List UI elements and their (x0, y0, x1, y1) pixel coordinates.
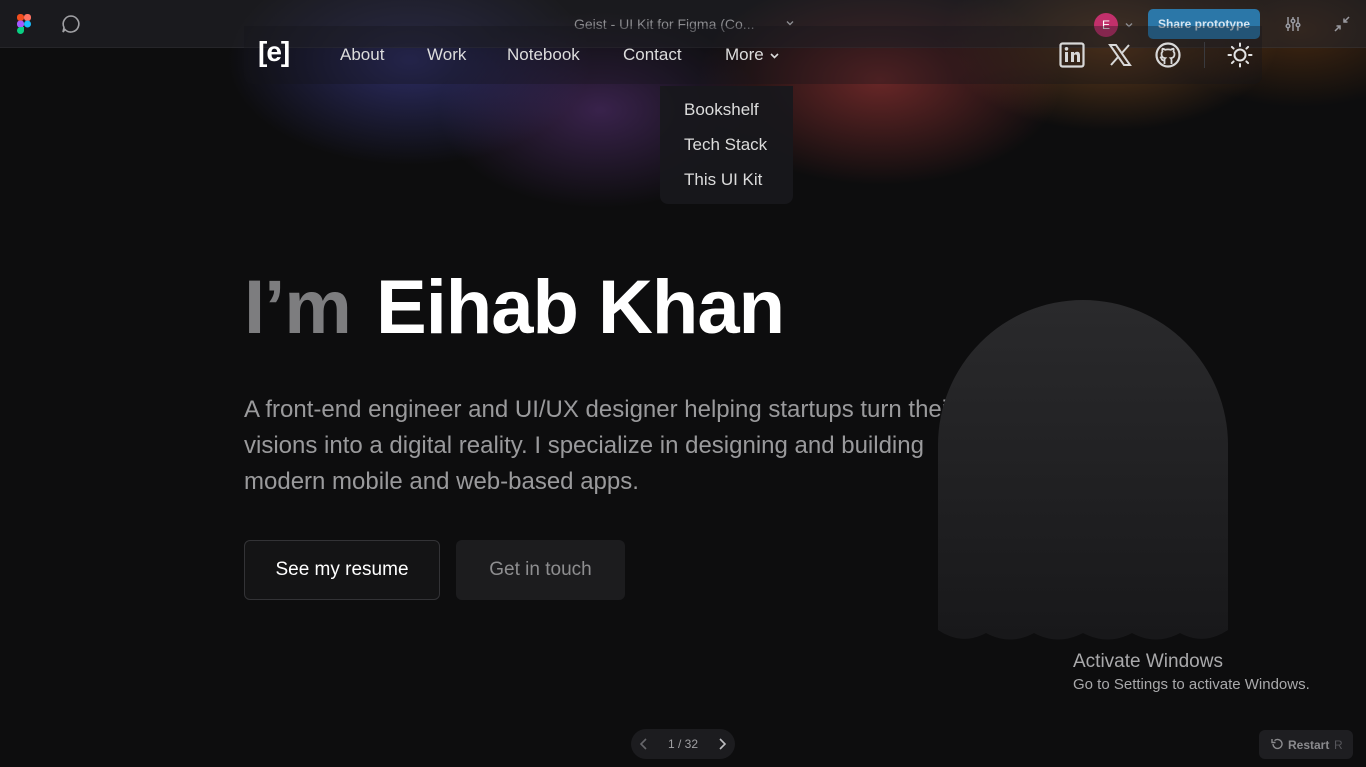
x-icon[interactable] (1107, 42, 1133, 68)
menu-item-ui-kit[interactable]: This UI Kit (684, 170, 762, 190)
restart-shortcut: R (1334, 738, 1343, 752)
nav-link-about[interactable]: About (340, 45, 384, 65)
chevron-left-icon[interactable] (637, 737, 651, 751)
chevron-right-icon[interactable] (715, 737, 729, 751)
collapse-icon[interactable] (1333, 15, 1351, 33)
nav-link-contact[interactable]: Contact (623, 45, 682, 65)
slide-counter: 1 / 32 (668, 737, 699, 751)
site-logo[interactable]: [e] (258, 36, 290, 68)
nav-link-work[interactable]: Work (427, 45, 466, 65)
nav-link-more[interactable]: More (725, 45, 764, 65)
github-icon[interactable] (1155, 42, 1181, 68)
hero-name: Eihab Khan (376, 265, 785, 350)
activate-windows-subtitle: Go to Settings to activate Windows. (1073, 676, 1310, 693)
activate-windows-title: Activate Windows (1073, 651, 1223, 672)
figma-logo-icon[interactable] (17, 14, 31, 34)
menu-item-tech-stack[interactable]: Tech Stack (684, 135, 767, 155)
comment-icon[interactable] (61, 14, 81, 34)
menu-item-bookshelf[interactable]: Bookshelf (684, 100, 759, 120)
get-in-touch-button[interactable]: Get in touch (456, 540, 625, 600)
restart-label[interactable]: Restart (1288, 738, 1329, 752)
hero-description: A front-end engineer and UI/UX designer … (244, 396, 956, 495)
restart-icon[interactable] (1270, 737, 1284, 751)
chevron-down-icon[interactable] (769, 50, 780, 61)
linkedin-icon[interactable] (1059, 42, 1085, 68)
see-resume-button[interactable]: See my resume (244, 540, 440, 600)
sliders-icon[interactable] (1284, 15, 1302, 33)
sun-icon[interactable] (1227, 42, 1253, 68)
arch-illustration (938, 300, 1228, 640)
nav-link-notebook[interactable]: Notebook (507, 45, 580, 65)
hero-greeting: I’m (244, 265, 352, 350)
nav-divider (1204, 42, 1205, 68)
